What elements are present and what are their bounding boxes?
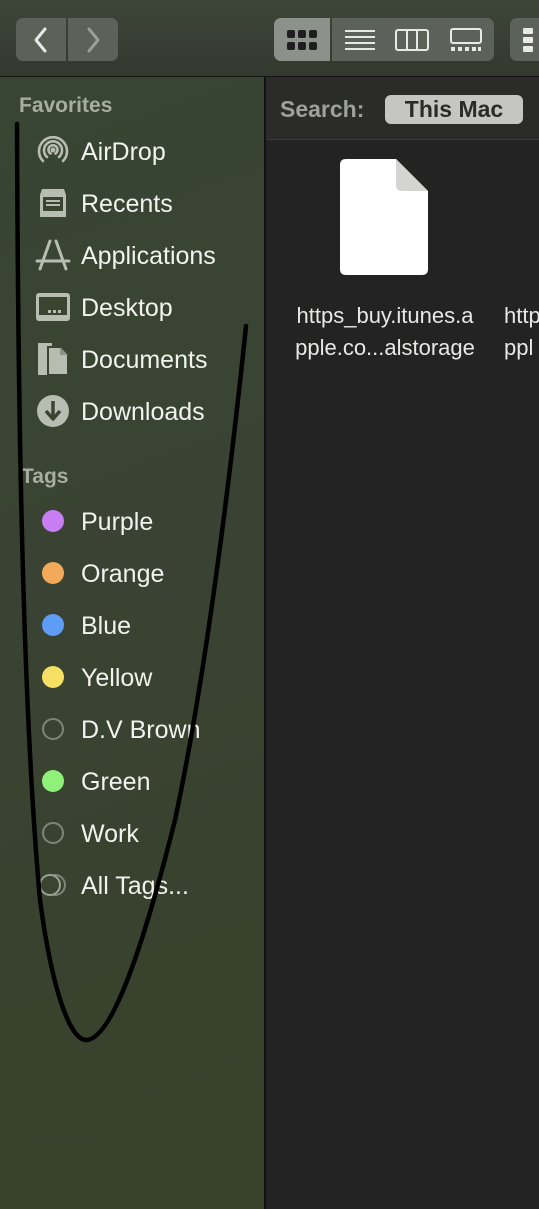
search-scope-this-mac[interactable]: This Mac	[385, 95, 523, 124]
sidebar: Favorites AirDrop Recents Applications D…	[0, 77, 266, 1209]
back-button[interactable]	[16, 18, 66, 61]
sidebar-item-label: Green	[81, 768, 151, 796]
tag-color-dot	[42, 562, 64, 584]
file-browser: Search: This Mac https_buy.itunes.a pple…	[266, 77, 539, 1209]
group-icon	[523, 28, 533, 52]
tags-heading: Tags	[21, 465, 69, 488]
search-label: Search:	[280, 96, 365, 122]
sidebar-item-label: Yellow	[81, 664, 153, 692]
documents-icon	[34, 341, 72, 377]
tag-color-dot	[42, 718, 64, 740]
sidebar-item-label: Work	[81, 820, 139, 848]
navigation-buttons	[16, 18, 118, 61]
gallery-view-button[interactable]	[438, 18, 494, 61]
tag-color-dot	[42, 614, 64, 636]
sidebar-item-airdrop[interactable]: AirDrop	[0, 129, 262, 173]
column-view-button[interactable]	[384, 18, 440, 61]
sidebar-tag-green[interactable]: Green	[0, 759, 262, 803]
sidebar-item-label: Documents	[81, 346, 208, 374]
all-tags-icon	[34, 867, 72, 903]
document-icon	[340, 159, 428, 275]
sidebar-tag-purple[interactable]: Purple	[0, 499, 262, 543]
sidebar-tag-yellow[interactable]: Yellow	[0, 655, 262, 699]
sidebar-item-recents[interactable]: Recents	[0, 181, 262, 225]
search-scope-bar: Search: This Mac	[266, 77, 539, 140]
chevron-right-icon	[87, 27, 100, 52]
desktop-icon	[34, 289, 72, 325]
sidebar-item-label: Downloads	[81, 398, 205, 426]
favorites-heading: Favorites	[19, 94, 113, 117]
downloads-icon	[34, 393, 72, 429]
forward-button[interactable]	[68, 18, 118, 61]
tag-color-dot	[42, 510, 64, 532]
view-mode-selector	[274, 18, 494, 61]
sidebar-item-label: Applications	[81, 242, 216, 270]
column-view-icon	[395, 28, 429, 51]
sidebar-tag-all-tags[interactable]: All Tags...	[0, 863, 262, 907]
group-button[interactable]	[510, 18, 539, 61]
icon-view-button[interactable]	[274, 18, 330, 61]
sidebar-item-applications[interactable]: Applications	[0, 233, 262, 277]
recents-icon	[34, 185, 72, 221]
sidebar-item-label: D.V Brown	[81, 716, 201, 744]
sidebar-item-label: Orange	[81, 560, 165, 588]
file-name: https ppl	[504, 303, 539, 360]
list-view-icon	[345, 29, 375, 50]
sidebar-item-documents[interactable]: Documents	[0, 337, 262, 381]
sidebar-item-downloads[interactable]: Downloads	[0, 389, 262, 433]
tag-color-dot	[42, 770, 64, 792]
sidebar-item-label: Recents	[81, 190, 173, 218]
sidebar-item-desktop[interactable]: Desktop	[0, 285, 262, 329]
sidebar-item-label: Blue	[81, 612, 132, 640]
sidebar-item-label: Purple	[81, 508, 154, 536]
sidebar-item-label: All Tags...	[81, 872, 189, 900]
applications-icon	[34, 237, 72, 273]
gallery-view-icon	[450, 27, 482, 51]
chevron-left-icon	[34, 27, 47, 52]
tag-color-dot	[42, 666, 64, 688]
sidebar-item-label: AirDrop	[81, 138, 166, 166]
sidebar-tag-orange[interactable]: Orange	[0, 551, 262, 595]
tag-color-dot	[42, 822, 64, 844]
finder-toolbar	[0, 0, 539, 77]
sidebar-tag-dv-brown[interactable]: D.V Brown	[0, 707, 262, 751]
file-name: https_buy.itunes.a pple.co...alstorage	[295, 303, 475, 360]
sidebar-tag-blue[interactable]: Blue	[0, 603, 262, 647]
list-view-button[interactable]	[332, 18, 388, 61]
sidebar-tag-work[interactable]: Work	[0, 811, 262, 855]
icon-grid-icon	[287, 29, 317, 50]
airdrop-icon	[34, 133, 72, 169]
sidebar-item-label: Desktop	[81, 294, 173, 322]
